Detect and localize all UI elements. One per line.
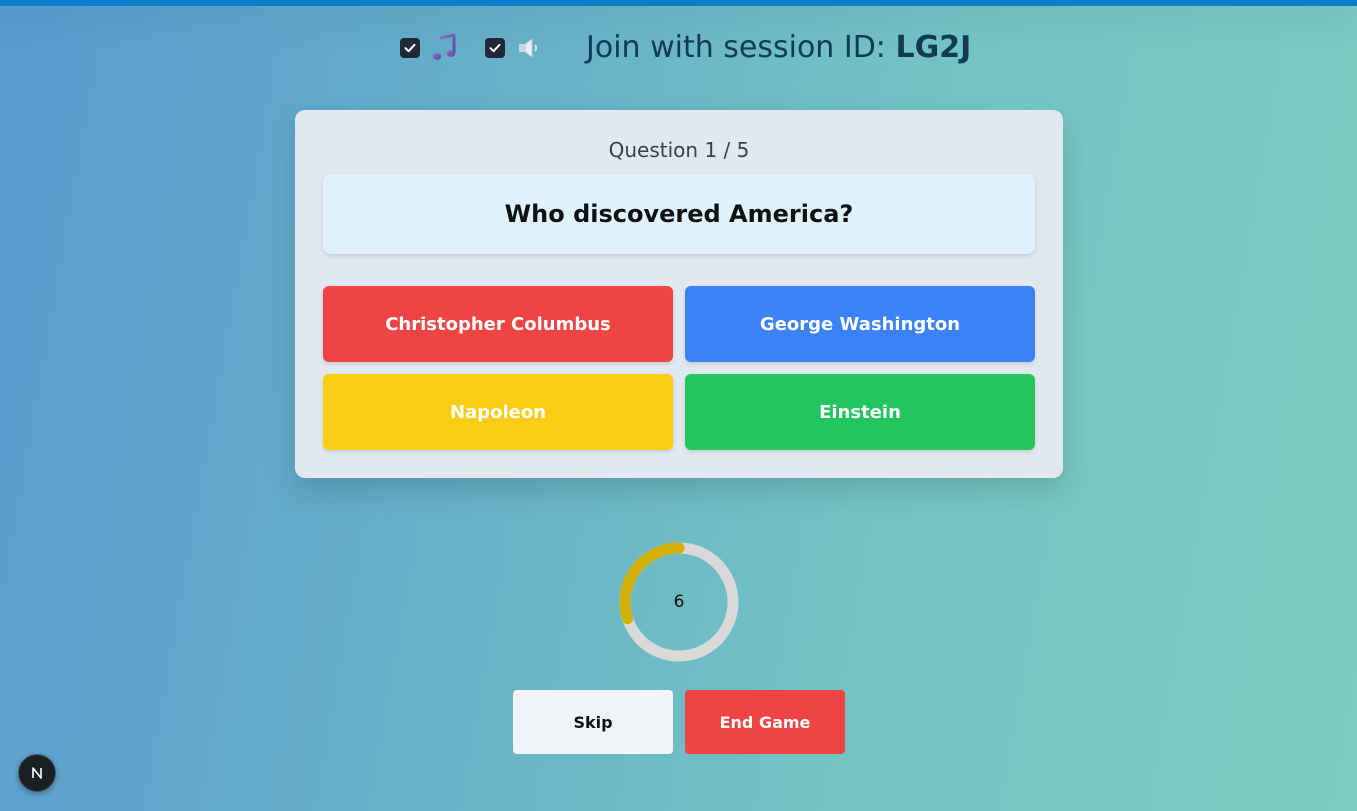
top-accent-bar [0,0,1357,6]
checkmark-icon [489,43,501,53]
nextjs-dev-badge[interactable] [18,754,56,792]
header: Join with session ID: LG2J [0,28,1357,68]
question-card: Question 1 / 5 Who discovered America? C… [295,110,1063,478]
answer-button-3[interactable]: Napoleon [323,374,673,450]
speaker-icon [519,38,538,58]
timer-value: 6 [673,592,685,612]
music-toggle-checkbox[interactable] [400,38,420,58]
music-note-icon [432,34,456,60]
question-counter: Question 1 / 5 [608,138,750,162]
sound-toggle-checkbox[interactable] [485,38,505,58]
session-id-text: Join with session ID: LG2J [586,28,971,68]
answer-button-2[interactable]: George Washington [685,286,1035,362]
session-id: LG2J [895,30,972,65]
question-box: Who discovered America? [323,174,1035,254]
checkmark-icon [404,43,416,53]
nextjs-logo-icon [32,767,42,779]
session-prefix: Join with session ID: [586,30,886,65]
answer-button-1[interactable]: Christopher Columbus [323,286,673,362]
skip-button[interactable]: Skip [513,690,673,754]
answer-button-4[interactable]: Einstein [685,374,1035,450]
end-game-button[interactable]: End Game [685,690,845,754]
question-text: Who discovered America? [504,200,854,228]
